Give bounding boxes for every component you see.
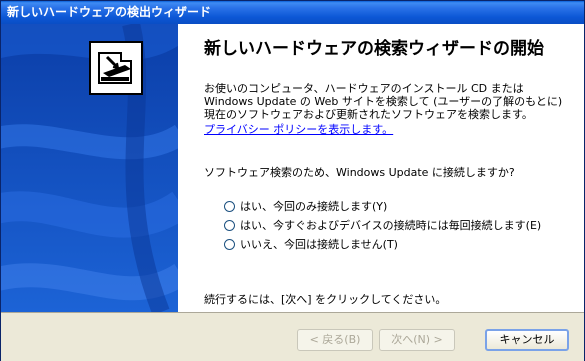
hardware-install-icon: [89, 41, 143, 95]
next-button[interactable]: 次へ(N) >: [379, 329, 455, 351]
wizard-main: 新しいハードウェアの検索ウィザードの開始 お使いのコンピュータ、ハードウェアのイ…: [204, 24, 574, 312]
option-label: はい、今すぐおよびデバイスの接続時には毎回接続します(E): [240, 219, 542, 232]
radio-button[interactable]: [224, 200, 235, 212]
button-bar: < 戻る(B) 次へ(N) > キャンセル: [1, 312, 584, 361]
cancel-button[interactable]: キャンセル: [485, 329, 569, 351]
continue-instruction: 続行するには、[次へ] をクリックしてください。: [204, 293, 447, 306]
wizard-intro-text: お使いのコンピュータ、ハードウェアのインストール CD または Windows …: [204, 82, 563, 121]
window-title: 新しいハードウェアの検出ウィザード: [7, 5, 212, 19]
radio-button[interactable]: [224, 219, 235, 231]
option-no[interactable]: いいえ、今回は接続しません(T): [224, 236, 398, 252]
wizard-content: 新しいハードウェアの検索ウィザードの開始 お使いのコンピュータ、ハードウェアのイ…: [1, 24, 584, 312]
radio-button[interactable]: [224, 238, 235, 250]
option-yes-always[interactable]: はい、今すぐおよびデバイスの接続時には毎回接続します(E): [224, 217, 541, 233]
wizard-sidebar: [1, 24, 178, 312]
wizard-heading: 新しいハードウェアの検索ウィザードの開始: [204, 39, 544, 59]
back-button[interactable]: < 戻る(B): [297, 329, 373, 351]
option-label: いいえ、今回は接続しません(T): [240, 238, 398, 251]
option-label: はい、今回のみ接続します(Y): [240, 200, 388, 213]
title-bar[interactable]: 新しいハードウェアの検出ウィザード: [1, 1, 584, 24]
option-yes-once[interactable]: はい、今回のみ接続します(Y): [224, 198, 387, 214]
wizard-window: 新しいハードウェアの検出ウィザード 新しいハードウェアの検索ウィザードの開始 お…: [0, 0, 585, 361]
connect-question: ソフトウェア検索のため、Windows Update に接続しますか?: [204, 166, 515, 179]
privacy-policy-link[interactable]: プライバシー ポリシーを表示します。: [204, 121, 393, 137]
